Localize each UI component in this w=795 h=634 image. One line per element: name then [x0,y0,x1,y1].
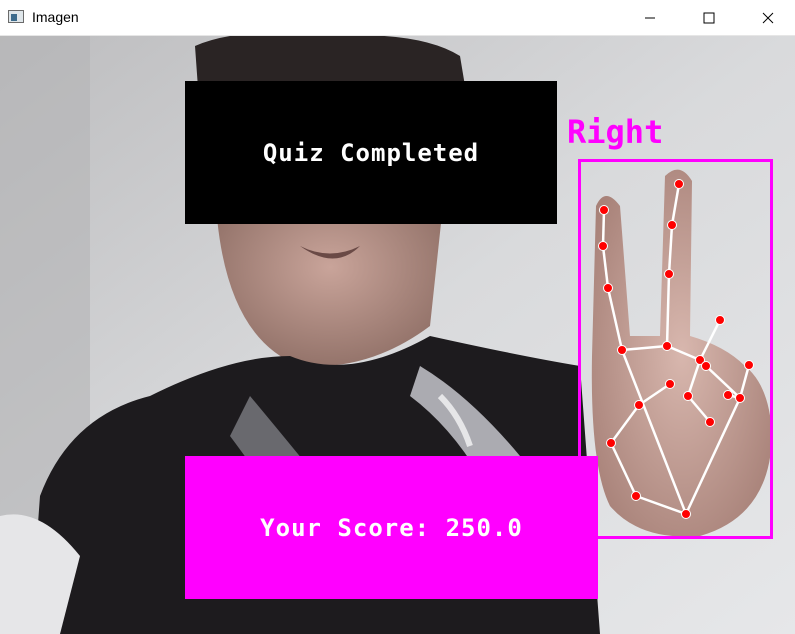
quiz-status-panel: Quiz Completed [185,81,557,224]
score-text: Your Score: 250.0 [260,513,523,542]
score-panel: Your Score: 250.0 [185,456,598,599]
hand-bounding-box [578,159,773,539]
quiz-status-text: Quiz Completed [262,138,480,167]
close-icon [762,12,774,23]
window-titlebar[interactable]: Imagen [0,0,795,36]
minimize-icon [645,17,655,18]
app-icon [8,10,24,23]
window-title: Imagen [32,9,79,25]
close-button[interactable] [745,0,791,35]
minimize-button[interactable] [627,0,673,35]
camera-feed: Right Quiz Completed Your Score: 250.0 [0,36,795,634]
maximize-icon [703,12,715,23]
handedness-label: Right [567,113,664,151]
maximize-button[interactable] [686,0,732,35]
